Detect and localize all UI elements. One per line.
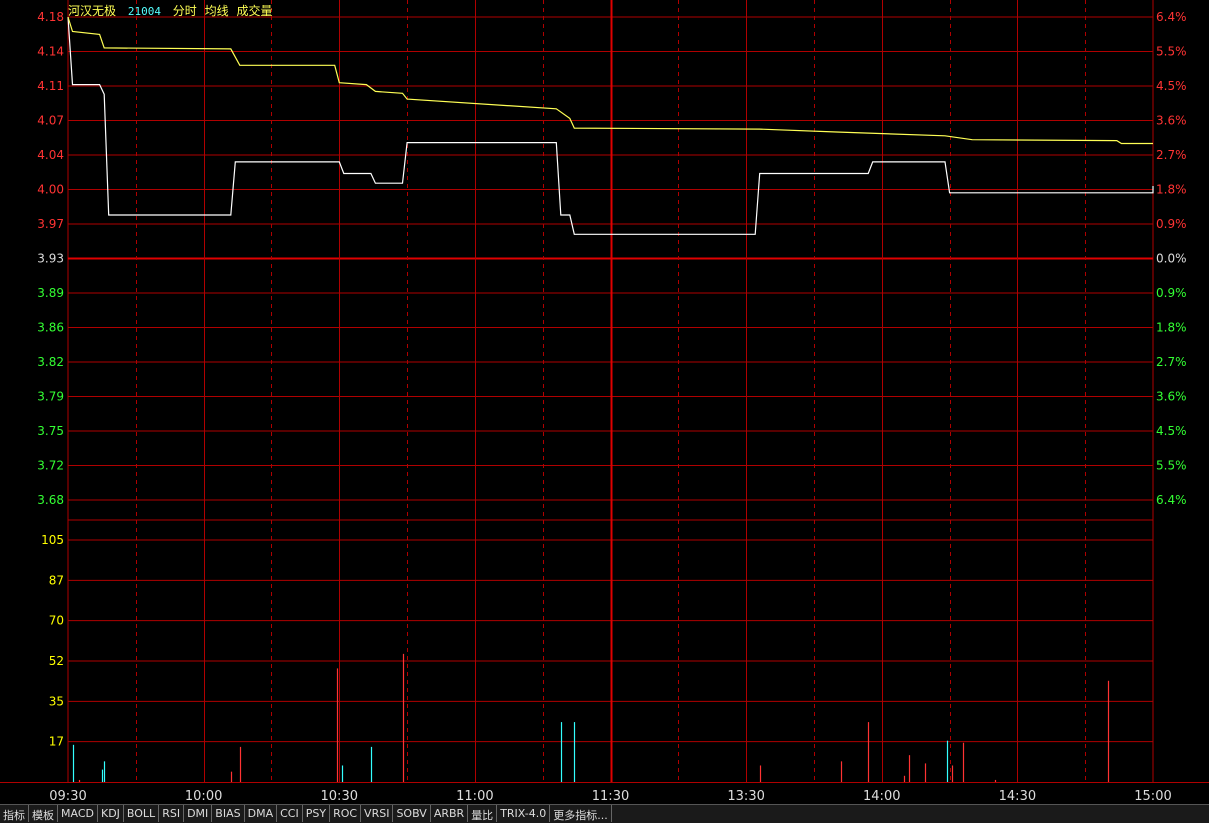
percent-tick-label: 6.4% bbox=[1156, 10, 1187, 24]
volume-tick-label: 35 bbox=[49, 694, 64, 708]
tab-roc[interactable]: ROC bbox=[330, 805, 362, 822]
price-tick-label: 3.68 bbox=[37, 493, 64, 507]
tag-average-line[interactable]: 均线 bbox=[205, 4, 229, 18]
time-tick-label: 14:00 bbox=[863, 789, 900, 804]
price-tick-label: 3.97 bbox=[37, 217, 64, 231]
indicator-tab-bar: 指标 模板 MACD KDJ BOLL RSI DMI BIAS DMA CCI… bbox=[0, 804, 1209, 823]
price-tick-label: 4.11 bbox=[37, 79, 64, 93]
price-tick-label: 3.89 bbox=[37, 286, 64, 300]
tab-sobv[interactable]: SOBV bbox=[393, 805, 431, 822]
tab-volume-ratio[interactable]: 量比 bbox=[468, 805, 498, 822]
time-tick-label: 09:30 bbox=[49, 789, 86, 804]
price-tick-label: 3.82 bbox=[37, 355, 64, 369]
time-tick-label: 14:30 bbox=[999, 789, 1036, 804]
tab-bias[interactable]: BIAS bbox=[212, 805, 245, 822]
percent-tick-label: 1.8% bbox=[1156, 183, 1187, 197]
time-tick-label: 13:30 bbox=[727, 789, 764, 804]
percent-tick-label: 3.6% bbox=[1156, 114, 1187, 128]
tab-boll[interactable]: BOLL bbox=[124, 805, 160, 822]
stock-code: 21004 bbox=[127, 5, 161, 18]
price-tick-label: 4.07 bbox=[37, 114, 64, 128]
tab-psy[interactable]: PSY bbox=[303, 805, 331, 822]
price-tick-label: 4.04 bbox=[37, 148, 64, 162]
percent-tick-label: 4.5% bbox=[1156, 79, 1187, 93]
volume-tick-label: 17 bbox=[49, 735, 64, 749]
tab-template[interactable]: 模板 bbox=[29, 805, 58, 822]
percent-tick-label: 2.7% bbox=[1156, 148, 1187, 162]
percent-tick-label: 5.5% bbox=[1156, 45, 1187, 59]
price-tick-label: 3.75 bbox=[37, 424, 64, 438]
tab-vrsi[interactable]: VRSI bbox=[361, 805, 394, 822]
price-tick-label: 3.86 bbox=[37, 321, 64, 335]
tag-intraday[interactable]: 分时 bbox=[173, 4, 197, 18]
price-tick-label: 3.79 bbox=[37, 390, 64, 404]
price-tick-label: 4.14 bbox=[37, 45, 64, 59]
volume-tick-label: 87 bbox=[49, 573, 64, 587]
tab-dmi[interactable]: DMI bbox=[184, 805, 213, 822]
tab-cci[interactable]: CCI bbox=[277, 805, 303, 822]
chart-header: 河汉无极 21004 分时 均线 成交量 bbox=[68, 2, 277, 18]
tab-rsi[interactable]: RSI bbox=[159, 805, 185, 822]
percent-tick-label: 0.0% bbox=[1156, 252, 1187, 266]
time-tick-label: 10:30 bbox=[321, 789, 358, 804]
price-tick-label: 4.00 bbox=[37, 183, 64, 197]
percent-tick-label: 0.9% bbox=[1156, 217, 1187, 231]
tab-more-indicators[interactable]: 更多指标... bbox=[550, 805, 612, 822]
percent-tick-label: 1.8% bbox=[1156, 321, 1187, 335]
percent-tick-label: 0.9% bbox=[1156, 286, 1187, 300]
tag-volume[interactable]: 成交量 bbox=[236, 4, 272, 18]
tab-arbr[interactable]: ARBR bbox=[431, 805, 469, 822]
percent-tick-label: 6.4% bbox=[1156, 493, 1187, 507]
time-tick-label: 11:30 bbox=[592, 789, 629, 804]
tab-indicators[interactable]: 指标 bbox=[0, 805, 29, 822]
price-tick-label: 3.72 bbox=[37, 459, 64, 473]
tab-macd[interactable]: MACD bbox=[58, 805, 98, 822]
time-tick-label: 15:00 bbox=[1134, 789, 1171, 804]
percent-tick-label: 5.5% bbox=[1156, 459, 1187, 473]
time-tick-label: 10:00 bbox=[185, 789, 222, 804]
volume-tick-label: 52 bbox=[49, 654, 64, 668]
volume-tick-label: 105 bbox=[41, 533, 64, 547]
intraday-chart[interactable]: 4.18 6.4% 4.14 5.5% 4.11 4.5% 4.07 3.6% 4.04 2.7%… bbox=[0, 0, 1209, 804]
tab-trix[interactable]: TRIX-4.0 bbox=[497, 805, 551, 822]
price-tick-label: 3.93 bbox=[37, 252, 64, 266]
price-tick-label: 4.18 bbox=[37, 10, 64, 24]
volume-tick-label: 70 bbox=[49, 614, 64, 628]
tab-dma[interactable]: DMA bbox=[245, 805, 278, 822]
percent-tick-label: 4.5% bbox=[1156, 424, 1187, 438]
percent-tick-label: 3.6% bbox=[1156, 390, 1187, 404]
time-tick-label: 11:00 bbox=[456, 789, 493, 804]
tab-kdj[interactable]: KDJ bbox=[98, 805, 124, 822]
stock-name: 河汉无极 bbox=[68, 4, 117, 18]
percent-tick-label: 2.7% bbox=[1156, 355, 1187, 369]
